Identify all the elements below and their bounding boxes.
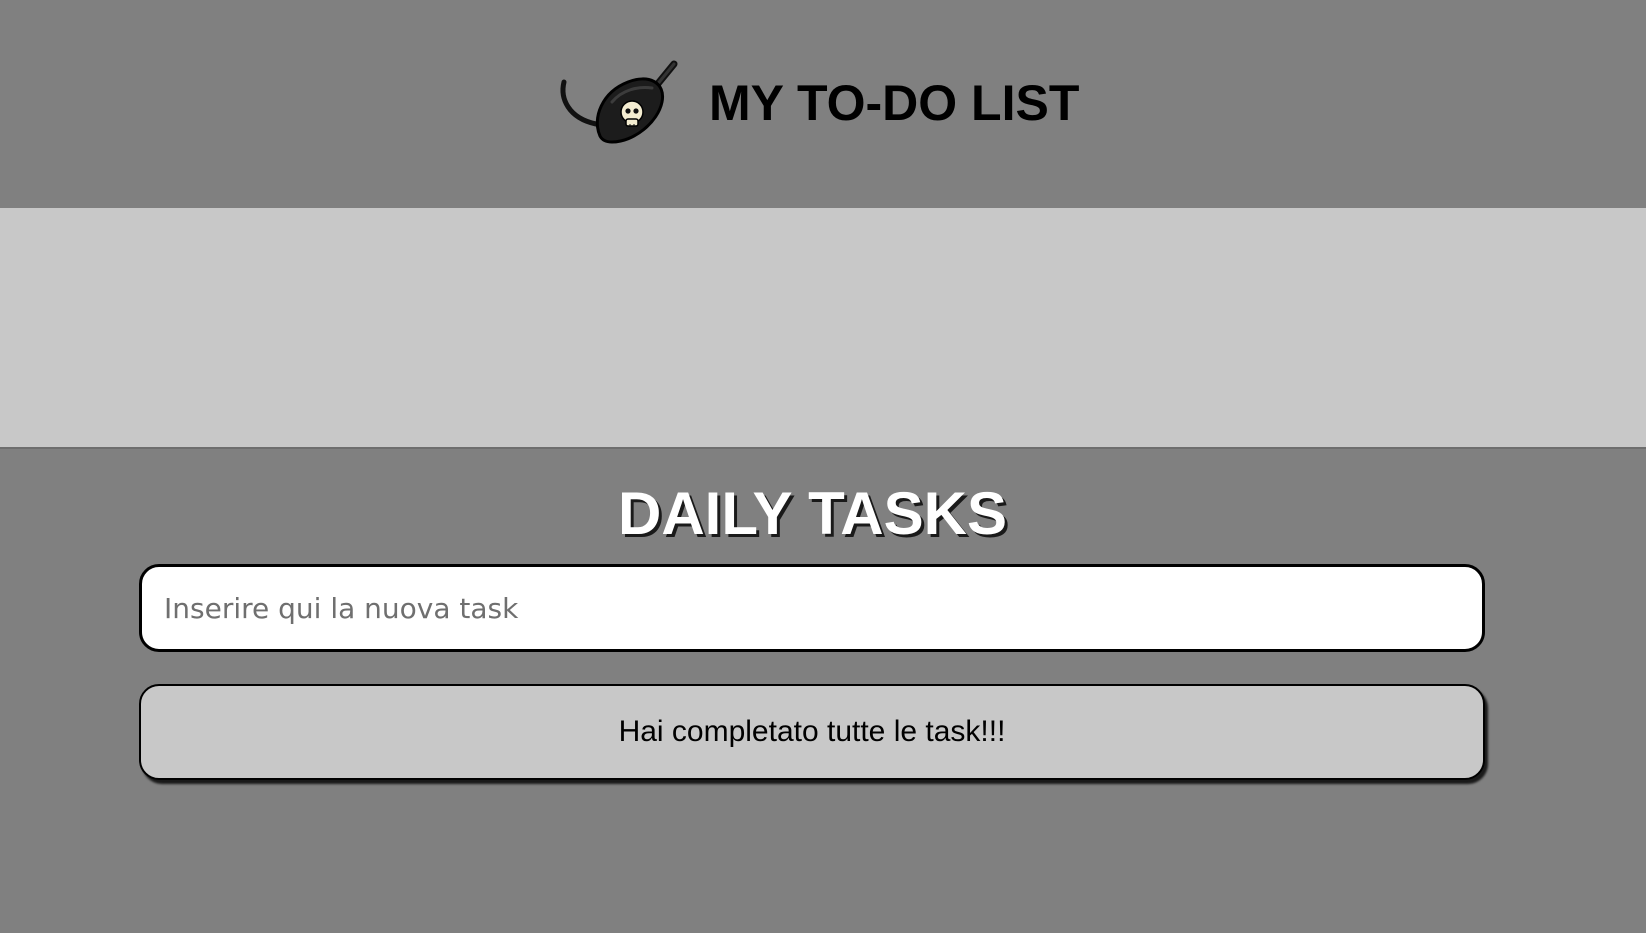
page-header: MY TO-DO LIST [0, 0, 1646, 208]
pirate-eyepatch-icon [560, 60, 678, 144]
app-title: MY TO-DO LIST [709, 75, 1080, 131]
tasks-section: DAILY TASKS Hai completato tutte le task… [0, 449, 1646, 933]
new-task-input[interactable] [139, 564, 1485, 652]
task-list-status: Hai completato tutte le task!!! [139, 684, 1485, 780]
banner [0, 208, 1646, 449]
section-title: DAILY TASKS [618, 480, 1007, 547]
status-message: Hai completato tutte le task!!! [618, 715, 1006, 748]
